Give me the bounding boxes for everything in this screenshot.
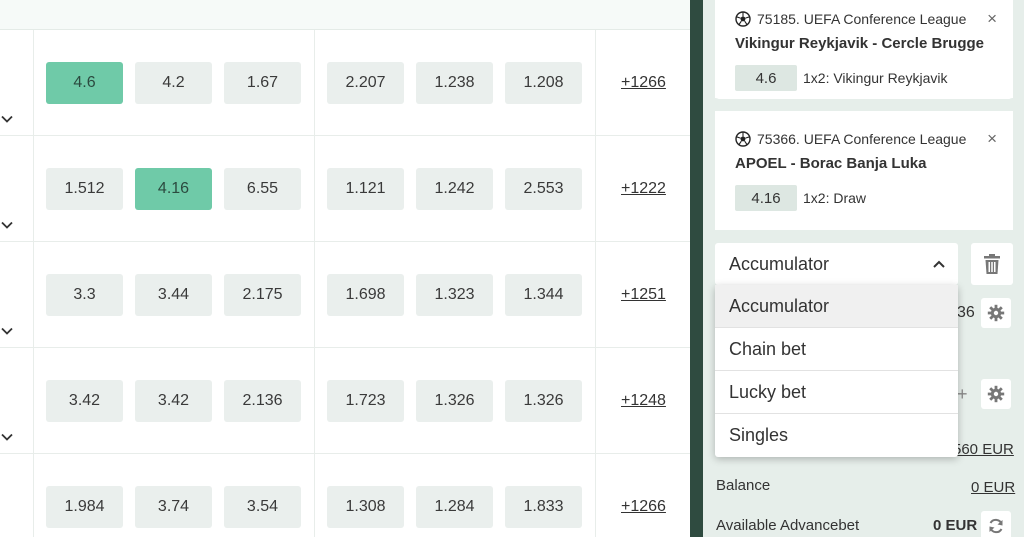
odd-button[interactable]: 1.833 (505, 486, 582, 528)
odd-button-selected[interactable]: 4.16 (135, 168, 212, 210)
potential-win-value[interactable]: 560 EUR (953, 441, 1014, 458)
gear-icon (987, 304, 1005, 322)
table-row: 3.3 3.44 2.175 1.698 1.323 1.344 +1251 (0, 242, 690, 348)
football-icon (735, 131, 751, 147)
close-icon[interactable]: × (987, 9, 997, 29)
chevron-down-icon[interactable] (0, 112, 14, 126)
bet-type-value: Accumulator (729, 253, 830, 274)
more-markets-link[interactable]: +1266 (621, 498, 666, 516)
odd-button[interactable]: 1.121 (327, 168, 404, 210)
odd-button[interactable]: 1.984 (46, 486, 123, 528)
table-row: 1.984 3.74 3.54 1.308 1.284 1.833 +1266 (0, 454, 690, 537)
betslip-panel: 75185. UEFA Conference League × Vikingur… (703, 0, 1024, 537)
menu-item-chain-bet[interactable]: Chain bet (715, 328, 958, 371)
selection-event: 75366. UEFA Conference League (735, 131, 966, 147)
close-icon[interactable]: × (987, 129, 997, 149)
odd-button[interactable]: 3.74 (135, 486, 212, 528)
odd-button[interactable]: 3.44 (135, 274, 212, 316)
menu-item-lucky-bet[interactable]: Lucky bet (715, 371, 958, 414)
bet-type-menu: Accumulator Chain bet Lucky bet Singles (715, 285, 958, 457)
odd-button[interactable]: 1.344 (505, 274, 582, 316)
more-markets-link[interactable]: +1248 (621, 392, 666, 410)
odd-button[interactable]: 4.2 (135, 62, 212, 104)
refresh-icon (989, 518, 1003, 534)
menu-item-singles[interactable]: Singles (715, 414, 958, 457)
table-row: 4.6 4.2 1.67 2.207 1.238 1.208 +1266 (0, 30, 690, 136)
chevron-down-icon[interactable] (0, 324, 14, 338)
odd-button[interactable]: 3.3 (46, 274, 123, 316)
odd-button[interactable]: 1.326 (416, 380, 493, 422)
odd-button[interactable]: 1.284 (416, 486, 493, 528)
odd-button[interactable]: 2.136 (224, 380, 301, 422)
chevron-down-icon[interactable] (0, 218, 14, 232)
more-markets-link[interactable]: +1266 (621, 74, 666, 92)
odd-button[interactable]: 1.208 (505, 62, 582, 104)
table-header-strip (0, 0, 690, 30)
selection-odd: 4.6 (735, 65, 797, 91)
menu-item-accumulator[interactable]: Accumulator (715, 285, 958, 328)
odd-button[interactable]: 1.67 (224, 62, 301, 104)
total-odds-value: 36 (957, 304, 975, 321)
odds-settings-button[interactable] (981, 298, 1011, 328)
odd-button[interactable]: 6.55 (224, 168, 301, 210)
selection-match: APOEL - Borac Banja Luka (735, 155, 927, 172)
selection-odd: 4.16 (735, 185, 797, 211)
odd-button[interactable]: 3.42 (135, 380, 212, 422)
betslip-selection: 75366. UEFA Conference League × APOEL - … (715, 111, 1013, 230)
trash-icon (984, 254, 1000, 274)
table-row: 3.42 3.42 2.136 1.723 1.326 1.326 +1248 (0, 348, 690, 454)
odd-button[interactable]: 3.42 (46, 380, 123, 422)
odd-button[interactable]: 1.723 (327, 380, 404, 422)
odd-button[interactable]: 1.698 (327, 274, 404, 316)
football-icon (735, 11, 751, 27)
stake-increase[interactable]: + (957, 384, 968, 405)
odd-button[interactable]: 2.175 (224, 274, 301, 316)
betslip-selection: 75185. UEFA Conference League × Vikingur… (715, 0, 1013, 99)
odds-table: 4.6 4.2 1.67 2.207 1.238 1.208 +1266 1.512 4.16 6… (0, 0, 690, 537)
refresh-advancebet-button[interactable] (981, 511, 1011, 537)
odd-button[interactable]: 1.242 (416, 168, 493, 210)
more-markets-link[interactable]: +1251 (621, 286, 666, 304)
odd-button[interactable]: 3.54 (224, 486, 301, 528)
stake-settings-button[interactable] (981, 379, 1011, 409)
card-notch (708, 98, 722, 112)
advancebet-value: 0 EUR (933, 517, 978, 534)
bet-type-select[interactable]: Accumulator (715, 243, 958, 285)
gear-icon (987, 385, 1005, 403)
card-notch (1006, 98, 1020, 112)
selection-event: 75185. UEFA Conference League (735, 11, 966, 27)
selection-event-label: 75185. UEFA Conference League (757, 11, 967, 27)
odd-button[interactable]: 1.238 (416, 62, 493, 104)
odd-button[interactable]: 1.326 (505, 380, 582, 422)
advancebet-label: Available Advancebet (716, 517, 860, 534)
balance-label: Balance (716, 477, 771, 494)
more-markets-link[interactable]: +1222 (621, 180, 666, 198)
chevron-down-icon[interactable] (0, 430, 14, 444)
odd-button-selected[interactable]: 4.6 (46, 62, 123, 104)
selection-match: Vikingur Reykjavik - Cercle Brugge (735, 35, 984, 52)
selection-pick: 1x2: Vikingur Reykjavik (803, 70, 948, 86)
chevron-up-icon (933, 260, 945, 268)
table-row: 1.512 4.16 6.55 1.121 1.242 2.553 +1222 (0, 136, 690, 242)
clear-betslip-button[interactable] (971, 243, 1013, 285)
odd-button[interactable]: 1.512 (46, 168, 123, 210)
odd-button[interactable]: 1.323 (416, 274, 493, 316)
selection-event-label: 75366. UEFA Conference League (757, 131, 967, 147)
odd-button[interactable]: 2.207 (327, 62, 404, 104)
panel-divider (690, 0, 703, 537)
odd-button[interactable]: 2.553 (505, 168, 582, 210)
odd-button[interactable]: 1.308 (327, 486, 404, 528)
balance-value[interactable]: 0 EUR (971, 479, 1015, 496)
selection-pick: 1x2: Draw (803, 190, 867, 206)
